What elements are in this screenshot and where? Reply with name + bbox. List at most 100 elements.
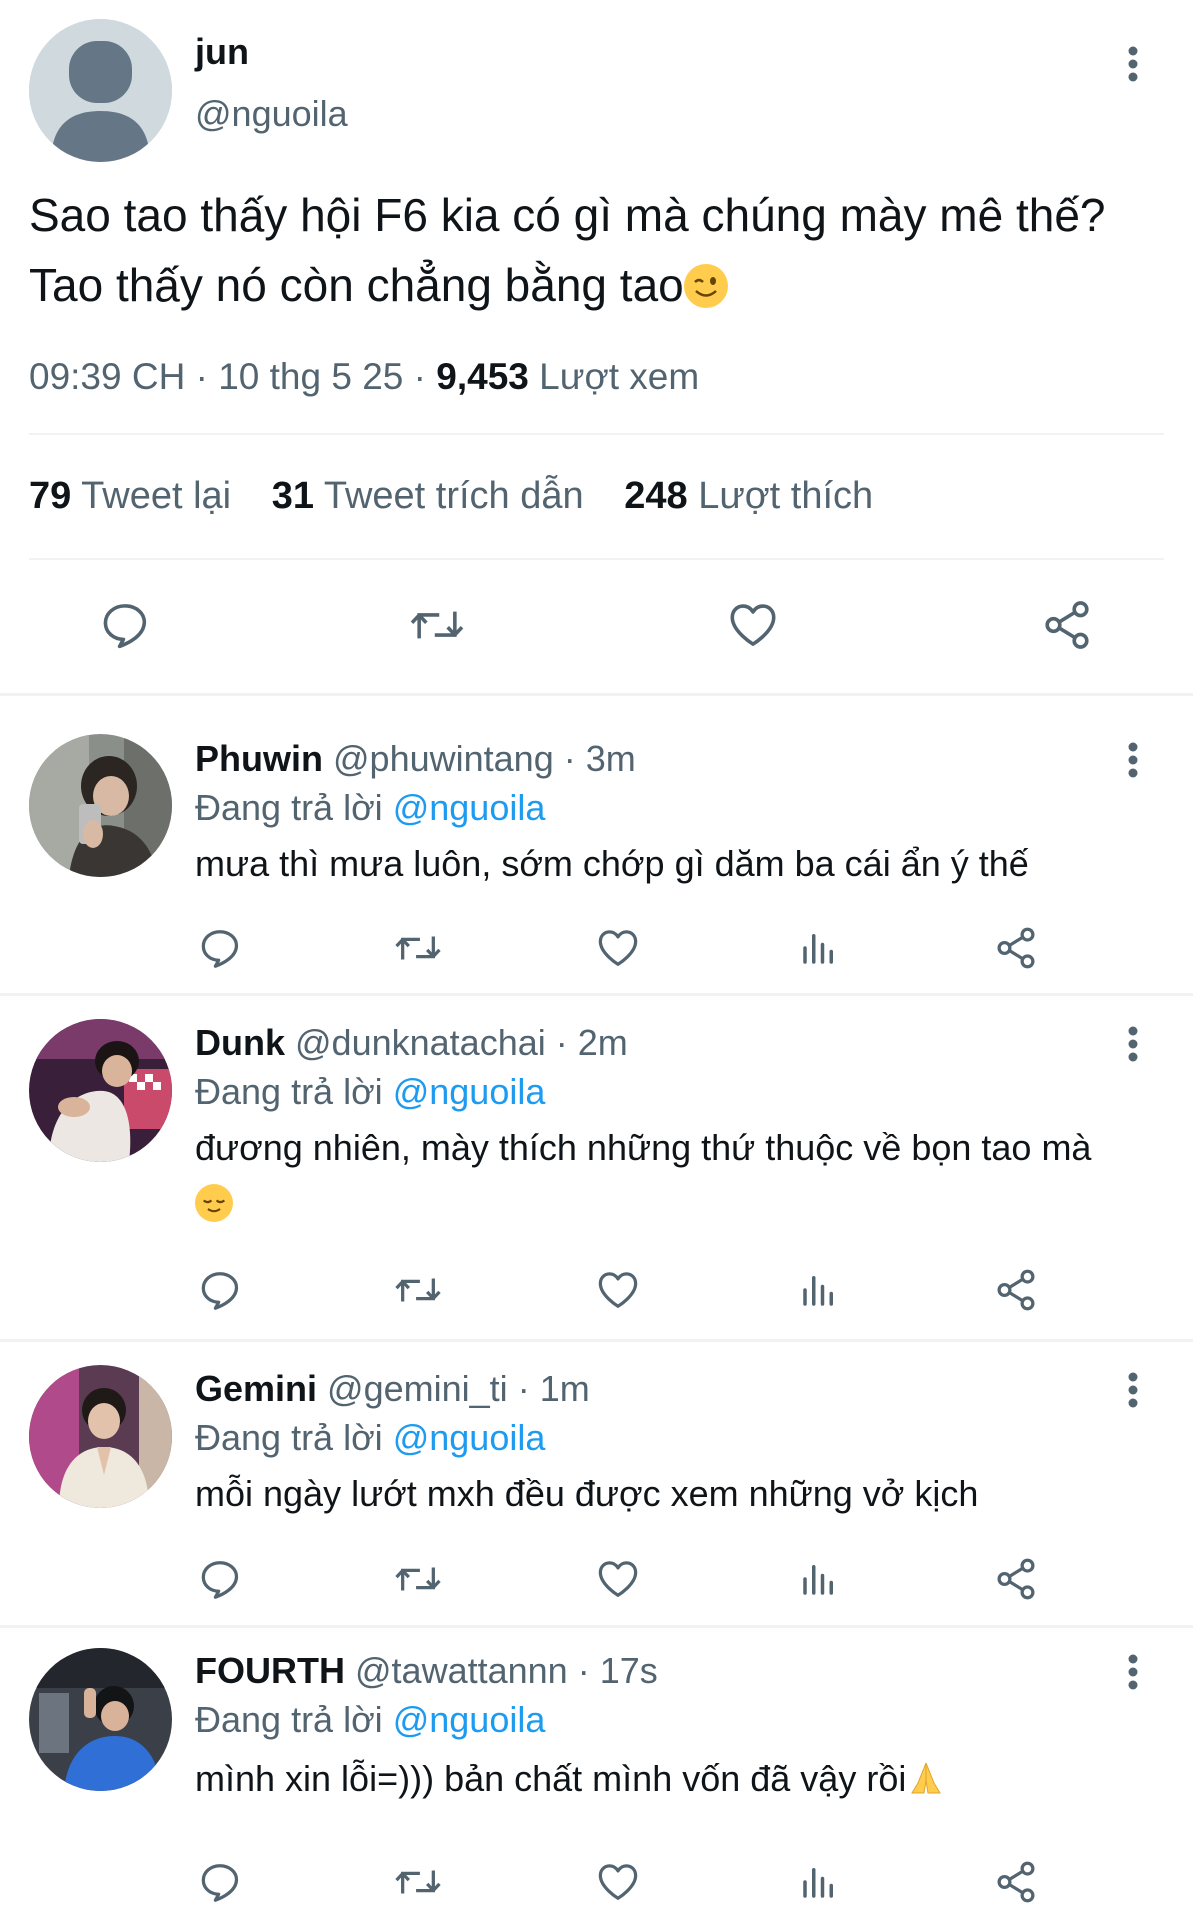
reply-text: mình xin lỗi=))) bản chất mình vốn đã vậ… <box>195 1751 1125 1807</box>
more-icon[interactable] <box>1113 1014 1153 1074</box>
reply-header: Dunk @dunknatachai · 2m <box>195 1022 628 1064</box>
more-icon[interactable] <box>1113 34 1153 94</box>
reply-author-handle[interactable]: @dunknatachai <box>295 1022 546 1063</box>
divider <box>29 558 1164 560</box>
replying-to: Đang trả lời @nguoila <box>195 1417 545 1459</box>
replying-label: Đang trả lời <box>195 1417 383 1458</box>
replying-to: Đang trả lời @nguoila <box>195 1699 545 1741</box>
views-label: Lượt xem <box>539 356 700 397</box>
avatar[interactable] <box>29 734 172 877</box>
reply-text: mỗi ngày lướt mxh đều được xem những vở … <box>195 1473 979 1514</box>
tweet-time[interactable]: 09:39 CH <box>29 356 185 397</box>
reply-text-content: đương nhiên, mày thích những thứ thuộc v… <box>195 1127 1092 1168</box>
divider <box>29 433 1164 435</box>
meta-separator: · <box>555 1022 568 1063</box>
reply-icon[interactable] <box>192 920 248 976</box>
author-name[interactable]: jun <box>195 31 249 73</box>
replying-label: Đang trả lời <box>195 1071 383 1112</box>
reply-time[interactable]: 17s <box>600 1650 658 1691</box>
replying-to-link[interactable]: @nguoila <box>393 787 546 828</box>
retweet-icon[interactable] <box>407 595 467 655</box>
reply-time[interactable]: 1m <box>540 1368 590 1409</box>
tweet-date[interactable]: 10 thg 5 25 <box>218 356 403 397</box>
retweet-icon[interactable] <box>390 1262 446 1318</box>
quotes-label: Tweet trích dẫn <box>323 475 584 517</box>
more-icon[interactable] <box>1113 730 1153 790</box>
replying-to-link[interactable]: @nguoila <box>393 1071 546 1112</box>
like-icon[interactable] <box>590 920 646 976</box>
like-icon[interactable] <box>590 1262 646 1318</box>
views-icon[interactable] <box>791 1262 847 1318</box>
folded-hands-emoji-icon <box>906 1759 946 1797</box>
reply-icon[interactable] <box>95 595 155 655</box>
reply-header: Phuwin @phuwintang · 3m <box>195 738 636 780</box>
reply-text-content: mình xin lỗi=))) bản chất mình vốn đã vậ… <box>195 1758 907 1799</box>
share-icon[interactable] <box>988 920 1044 976</box>
reply-icon[interactable] <box>192 1551 248 1607</box>
avatar-default[interactable] <box>29 19 172 162</box>
quotes-stat[interactable]: 31 Tweet trích dẫn <box>272 475 595 517</box>
reply-tweet[interactable]: Gemini @gemini_ti · 1m Đang trả lời @ngu… <box>0 1342 1193 1625</box>
retweets-stat[interactable]: 79 Tweet lại <box>29 475 242 517</box>
avatar[interactable] <box>29 1019 172 1162</box>
meta-separator: · <box>413 356 426 397</box>
share-icon[interactable] <box>988 1262 1044 1318</box>
reply-time[interactable]: 3m <box>586 738 636 779</box>
relieved-face-emoji-icon <box>195 1184 233 1222</box>
reply-author-handle[interactable]: @tawattannn <box>355 1650 568 1691</box>
like-icon[interactable] <box>590 1551 646 1607</box>
reply-author-name[interactable]: Phuwin <box>195 738 323 779</box>
replying-label: Đang trả lời <box>195 787 383 828</box>
likes-stat[interactable]: 248 Lượt thích <box>624 475 873 517</box>
reply-text: mưa thì mưa luôn, sớm chớp gì dăm ba cái… <box>195 843 1029 884</box>
reply-author-handle[interactable]: @gemini_ti <box>327 1368 508 1409</box>
likes-count: 248 <box>624 475 688 517</box>
reply-icon[interactable] <box>192 1262 248 1318</box>
retweets-count: 79 <box>29 475 72 517</box>
reply-tweet[interactable]: Phuwin @phuwintang · 3m Đang trả lời @ng… <box>0 696 1193 993</box>
avatar[interactable] <box>29 1365 172 1508</box>
reply-tweet[interactable]: FOURTH @tawattannn · 17s Đang trả lời @n… <box>0 1628 1193 1920</box>
tweet-meta: 09:39 CH · 10 thg 5 25 · 9,453 Lượt xem <box>29 356 699 398</box>
replying-to: Đang trả lời @nguoila <box>195 787 545 829</box>
more-icon[interactable] <box>1113 1360 1153 1420</box>
share-icon[interactable] <box>1037 595 1097 655</box>
reply-tweet[interactable]: Dunk @dunknatachai · 2m Đang trả lời @ng… <box>0 996 1193 1339</box>
reply-header: FOURTH @tawattannn · 17s <box>195 1650 658 1692</box>
retweet-icon[interactable] <box>390 920 446 976</box>
reply-author-name[interactable]: FOURTH <box>195 1650 345 1691</box>
replying-label: Đang trả lời <box>195 1699 383 1740</box>
views-icon[interactable] <box>791 920 847 976</box>
share-icon[interactable] <box>988 1551 1044 1607</box>
reply-text: đương nhiên, mày thích những thứ thuộc v… <box>195 1120 1125 1232</box>
meta-separator: · <box>195 356 208 397</box>
tweet-text-content: Sao tao thấy hội F6 kia có gì mà chúng m… <box>29 189 1106 311</box>
retweet-icon[interactable] <box>390 1854 446 1910</box>
quotes-count: 31 <box>271 475 314 517</box>
meta-separator: · <box>517 1368 530 1409</box>
retweets-label: Tweet lại <box>81 475 232 517</box>
more-icon[interactable] <box>1113 1642 1153 1702</box>
share-icon[interactable] <box>988 1854 1044 1910</box>
views-icon[interactable] <box>791 1854 847 1910</box>
like-icon[interactable] <box>723 595 783 655</box>
views-icon[interactable] <box>791 1551 847 1607</box>
meta-separator: · <box>563 738 576 779</box>
reply-author-name[interactable]: Dunk <box>195 1022 285 1063</box>
retweet-icon[interactable] <box>390 1551 446 1607</box>
reply-author-handle[interactable]: @phuwintang <box>333 738 554 779</box>
meta-separator: · <box>577 1650 590 1691</box>
main-tweet: jun @nguoila Sao tao thấy hội F6 kia có … <box>0 0 1193 695</box>
replying-to-link[interactable]: @nguoila <box>393 1417 546 1458</box>
reply-header: Gemini @gemini_ti · 1m <box>195 1368 590 1410</box>
author-handle[interactable]: @nguoila <box>195 93 348 135</box>
reply-icon[interactable] <box>192 1854 248 1910</box>
views-count: 9,453 <box>436 356 529 397</box>
reply-author-name[interactable]: Gemini <box>195 1368 317 1409</box>
likes-label: Lượt thích <box>698 475 874 517</box>
replying-to: Đang trả lời @nguoila <box>195 1071 545 1113</box>
reply-time[interactable]: 2m <box>578 1022 628 1063</box>
like-icon[interactable] <box>590 1854 646 1910</box>
replying-to-link[interactable]: @nguoila <box>393 1699 546 1740</box>
avatar[interactable] <box>29 1648 172 1791</box>
